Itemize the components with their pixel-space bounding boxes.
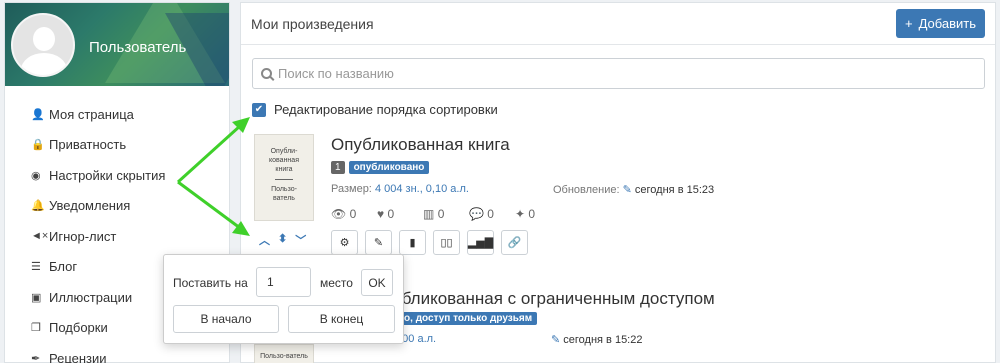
comments-stat: 💬 0 — [469, 207, 494, 221]
book-icon: ▮ — [409, 237, 416, 249]
book-title[interactable]: убликованная с ограниченным доступом — [393, 289, 715, 309]
quill-icon: ✒ — [31, 352, 41, 363]
sidebar-item-my-page[interactable]: 👤 Моя страница — [5, 99, 229, 130]
open-book-icon: ▯▯ — [440, 237, 453, 249]
page-title: Мои произведения — [251, 15, 374, 32]
heart-icon: ♥ — [377, 207, 385, 221]
user-icon: 👤 — [31, 108, 45, 121]
position-input[interactable]: 1 — [256, 267, 311, 297]
position-popover: Поставить на 1 место OK В начало В конец — [163, 254, 404, 344]
blog-icon: ☰ — [31, 261, 41, 274]
place-label: место — [320, 276, 353, 290]
eye-slash-icon: ◉ — [31, 169, 41, 182]
collection-icon: ❐ — [31, 322, 41, 335]
book-button[interactable]: ▮ — [399, 230, 426, 255]
avatar[interactable] — [11, 13, 75, 77]
status-badge: но, доступ только друзьям — [393, 312, 538, 325]
pencil-icon: ✎ — [551, 334, 561, 346]
book-title[interactable]: Опубликованная книга — [331, 135, 510, 155]
status-badge: опубликовано — [348, 161, 430, 174]
book-cover[interactable]: Опубли-кованная книга Пользо-ватель — [254, 134, 314, 221]
award-icon: ✦ — [515, 207, 526, 221]
book-updated: ✎ сегодня в 15:22 — [551, 334, 643, 346]
pencil-icon: ✎ — [622, 184, 632, 196]
profile-banner: Пользователь — [5, 3, 229, 86]
lock-icon: 🔒 — [31, 139, 45, 152]
sort-edit-checkbox[interactable]: ✔ — [252, 102, 266, 117]
sidebar-item-privacy[interactable]: 🔒 Приватность — [5, 130, 229, 161]
add-button[interactable]: + Добавить — [896, 9, 985, 38]
sidebar-item-ignore-list[interactable]: ◄× Игнор-лист — [5, 221, 229, 252]
books-icon: ▥ — [423, 207, 435, 221]
book-tags: 1 опубликовано — [331, 161, 430, 174]
chart-icon: ▂▅▇ — [467, 237, 494, 249]
bell-icon: 🔔 — [31, 200, 45, 213]
search-icon — [261, 68, 272, 79]
book-cover[interactable]: Пользо-ватель — [254, 344, 314, 363]
ok-button[interactable]: OK — [361, 269, 393, 296]
library-stat: ▥ 0 — [423, 207, 445, 221]
book-stats: 👁 0 ♥ 0 ▥ 0 💬 0 ✦ 0 — [331, 207, 561, 221]
mute-icon: ◄× — [31, 230, 49, 243]
plus-icon: + — [904, 16, 913, 31]
profile-name[interactable]: Пользователь — [89, 39, 186, 56]
put-at-label: Поставить на — [173, 276, 248, 290]
edit-button[interactable]: ✎ — [365, 230, 392, 255]
move-down-icon[interactable]: ﹀ — [295, 232, 306, 248]
order-controls: ︿ ⬍ ﹀ — [259, 232, 306, 248]
read-button[interactable]: ▯▯ — [433, 230, 460, 255]
search-input[interactable]: Поиск по названию — [252, 58, 985, 89]
gear-icon: ⚙ — [339, 237, 350, 249]
pencil-icon: ✎ — [373, 237, 384, 249]
image-icon: ▣ — [31, 291, 42, 304]
sort-icon[interactable]: ⬍ — [278, 232, 287, 248]
views-stat: 👁 0 — [331, 207, 357, 221]
main-header: Мои произведения + Добавить — [241, 3, 995, 45]
to-start-button[interactable]: В начало — [173, 305, 279, 333]
sidebar-item-notifications[interactable]: 🔔 Уведомления — [5, 191, 229, 222]
sort-edit-toggle[interactable]: ✔ Редактирование порядка сортировки — [252, 102, 498, 117]
sidebar-item-reviews[interactable]: ✒ Рецензии — [5, 343, 229, 363]
statistics-button[interactable]: ▂▅▇ — [467, 230, 494, 255]
link-icon: 🔗 — [507, 237, 522, 249]
move-up-icon[interactable]: ︿ — [259, 232, 270, 248]
eye-icon: 👁 — [331, 207, 347, 221]
link-button[interactable]: 🔗 — [501, 230, 528, 255]
book-size: Размер: 4 004 зн., 0,10 а.л. — [331, 183, 469, 195]
book-updated: Обновление: ✎ сегодня в 15:23 — [553, 184, 715, 196]
sidebar-item-hide-settings[interactable]: ◉ Настройки скрытия — [5, 160, 229, 191]
comments-icon: 💬 — [469, 207, 484, 221]
settings-button[interactable]: ⚙ — [331, 230, 358, 255]
book-actions: ⚙ ✎ ▮ ▯▯ ▂▅▇ 🔗 — [331, 230, 528, 255]
to-end-button[interactable]: В конец — [288, 305, 395, 333]
position-badge: 1 — [331, 161, 345, 174]
awards-stat: ✦ 0 — [515, 207, 536, 221]
likes-stat: ♥ 0 — [377, 207, 395, 221]
